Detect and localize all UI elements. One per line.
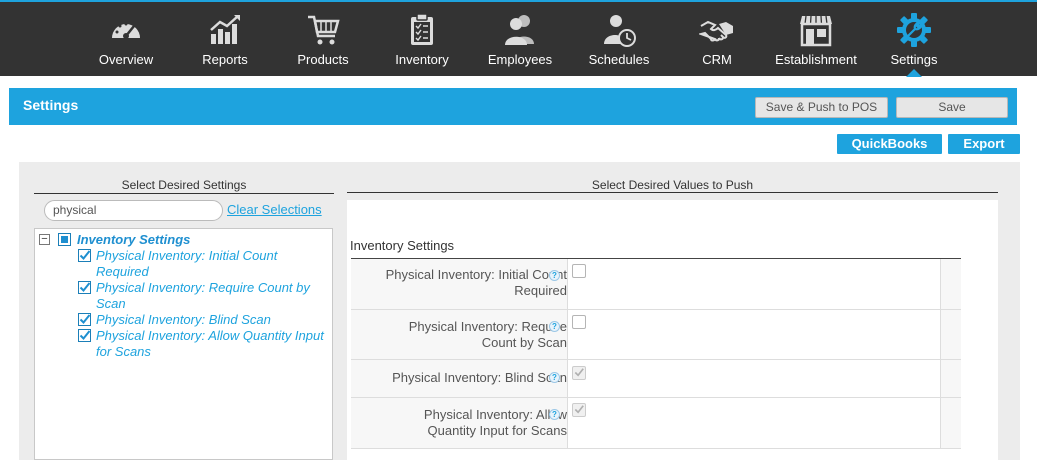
value-checkbox[interactable] [572,315,586,329]
handshake-icon [697,12,737,48]
save-push-button[interactable]: Save & Push to POS [755,97,888,118]
row-label: Physical Inventory: Require Count by Scan [408,319,567,350]
help-icon[interactable]: ? [549,372,560,383]
value-checkbox[interactable] [572,366,586,380]
nav-crm[interactable]: CRM [697,2,737,76]
divider [34,193,334,194]
nav-label: Establishment [775,52,857,67]
nav-inventory[interactable]: Inventory [391,2,453,76]
row-label: Physical Inventory: Allow Quantity Input … [423,407,567,438]
right-column-title: Select Desired Values to Push [591,178,754,192]
nav-reports[interactable]: Reports [195,2,255,76]
tree-item-label[interactable]: Physical Inventory: Allow Quantity Input… [96,328,324,360]
person-clock-icon [599,12,639,48]
nav-label: CRM [702,52,732,67]
settings-header: Settings Save & Push to POS Save [9,88,1017,125]
save-button[interactable]: Save [896,97,1008,118]
quickbooks-button[interactable]: QuickBooks [837,134,942,154]
divider [347,192,998,193]
nav-schedules[interactable]: Schedules [586,2,652,76]
value-checkbox[interactable] [572,264,586,278]
value-cell [567,360,941,397]
tree-item-checkbox[interactable] [78,329,91,342]
tree-item-label[interactable]: Physical Inventory: Require Count by Scan [96,280,310,312]
tree-item-checkbox[interactable] [78,313,91,326]
tree-item-checkbox[interactable] [78,249,91,262]
tree-root-label[interactable]: Inventory Settings [77,232,190,248]
help-icon[interactable]: ? [549,321,560,332]
value-checkbox[interactable] [572,403,586,417]
people-icon [500,12,540,48]
top-nav-bar: Overview Reports Products Inventory Empl… [0,0,1037,77]
left-column-title: Select Desired Settings [121,178,247,192]
nav-label: Products [297,52,349,67]
nav-label: Inventory [395,52,449,67]
tree-item-label[interactable]: Physical Inventory: Initial Count Require… [96,248,277,280]
speedometer-icon [106,12,146,48]
nav-products[interactable]: Products [293,2,353,76]
row-label: Physical Inventory: Initial Count Require… [385,267,567,298]
tree-root-checkbox[interactable] [58,233,71,246]
tree-item-label[interactable]: Physical Inventory: Blind Scan [96,312,271,328]
bar-chart-icon [205,12,245,48]
collapse-icon[interactable]: − [39,234,50,245]
table-row: Physical Inventory: Blind Scan ? [351,360,961,398]
clipboard-icon [402,12,442,48]
gear-wrench-icon [894,12,934,48]
value-cell [567,259,941,309]
settings-tree: − Inventory Settings Physical Inventory:… [34,228,333,460]
value-cell [567,310,941,359]
nav-label: Settings [890,52,938,67]
nav-settings[interactable]: Settings [886,2,942,77]
page-title: Settings [23,97,79,113]
nav-label: Employees [487,52,553,67]
active-pointer [906,69,922,77]
export-button[interactable]: Export [948,134,1020,154]
row-label: Physical Inventory: Blind Scan [392,370,567,385]
table-row: Physical Inventory: Initial Count Require… [351,259,961,310]
help-icon[interactable]: ? [549,409,560,420]
storefront-icon [796,12,836,48]
clear-selections-link[interactable]: Clear Selections [227,202,322,217]
table-row: Physical Inventory: Require Count by Scan… [351,310,961,360]
nav-label: Schedules [588,52,650,67]
value-cell [567,398,941,448]
search-input[interactable]: physical [44,200,223,221]
table-row: Physical Inventory: Allow Quantity Input … [351,398,961,449]
nav-label: Overview [98,52,154,67]
nav-establishment[interactable]: Establishment [772,2,860,76]
help-icon[interactable]: ? [549,270,560,281]
tree-item-checkbox[interactable] [78,281,91,294]
nav-employees[interactable]: Employees [486,2,554,76]
section-title: Inventory Settings [350,238,455,253]
shopping-cart-icon [303,12,343,48]
nav-label: Reports [202,52,248,67]
nav-overview[interactable]: Overview [96,2,156,76]
